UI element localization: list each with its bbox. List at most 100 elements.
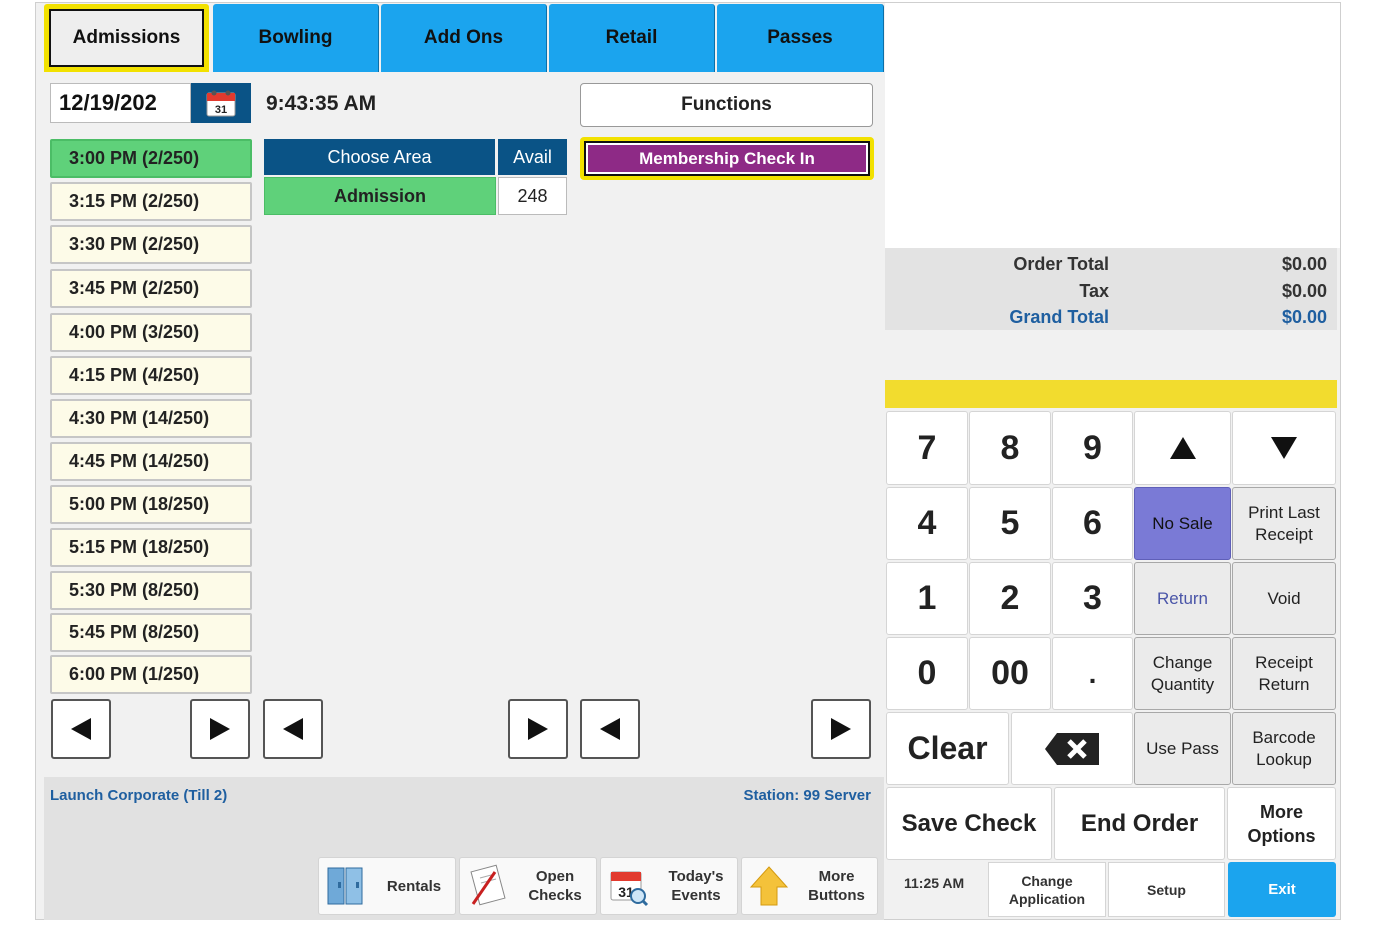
rentals-button[interactable]: Rentals: [318, 857, 456, 915]
key-3[interactable]: 3: [1052, 562, 1133, 635]
time-slot[interactable]: 3:00 PM (2/250): [50, 139, 252, 178]
time-slot-label: 5:00 PM (18/250): [69, 494, 210, 514]
exit-button[interactable]: Exit: [1228, 862, 1336, 917]
key-label: 4: [917, 504, 937, 542]
no-sale-label: No Sale: [1152, 513, 1213, 533]
key-00[interactable]: 00: [969, 637, 1051, 710]
time-slot[interactable]: 4:15 PM (4/250): [50, 356, 252, 395]
todays-events-line1: Today's: [668, 868, 724, 885]
time-slot[interactable]: 5:45 PM (8/250): [50, 613, 252, 652]
membership-check-in-button[interactable]: Membership Check In: [588, 145, 866, 172]
functions-button[interactable]: Functions: [580, 83, 873, 127]
time-slot[interactable]: 3:30 PM (2/250): [50, 225, 252, 264]
barcode-line2: Lookup: [1256, 749, 1312, 769]
key-0[interactable]: 0: [886, 637, 968, 710]
order-total-row: Order Total $0.00: [887, 254, 1327, 280]
functions-prev-button[interactable]: [580, 699, 640, 759]
open-checks-line1: Open: [535, 868, 575, 885]
areas-prev-button[interactable]: [263, 699, 323, 759]
time-slot[interactable]: 4:00 PM (3/250): [50, 313, 252, 352]
void-button[interactable]: Void: [1232, 562, 1336, 635]
triangle-up-icon: [1169, 437, 1196, 459]
use-pass-label: Use Pass: [1146, 738, 1219, 758]
footer-time-value: 11:25 AM: [904, 875, 965, 891]
calendar-button[interactable]: 31: [191, 83, 251, 123]
time-slot-label: 4:45 PM (14/250): [69, 451, 210, 471]
time-slot[interactable]: 6:00 PM (1/250): [50, 655, 252, 694]
time-slot[interactable]: 5:15 PM (18/250): [50, 528, 252, 567]
open-checks-button[interactable]: Open Checks: [459, 857, 597, 915]
barcode-lookup-button[interactable]: Barcode Lookup: [1232, 712, 1336, 785]
more-buttons-label: More Buttons: [796, 867, 877, 905]
totals-panel: Order Total $0.00 Tax $0.00 Grand Total …: [885, 248, 1337, 330]
tax-value: $0.00: [1281, 281, 1327, 301]
slots-prev-button[interactable]: [51, 699, 111, 759]
more-options-line1: More: [1259, 801, 1303, 822]
input-bar: [885, 380, 1337, 408]
key-1[interactable]: 1: [886, 562, 968, 635]
time-slot[interactable]: 5:30 PM (8/250): [50, 571, 252, 610]
change-qty-line1: Change: [1152, 652, 1213, 672]
key-8[interactable]: 8: [969, 411, 1051, 485]
tab-bowling[interactable]: Bowling: [213, 4, 379, 72]
clear-button[interactable]: Clear: [886, 712, 1009, 785]
more-buttons-button[interactable]: More Buttons: [741, 857, 878, 915]
time-slot[interactable]: 3:15 PM (2/250): [50, 182, 252, 221]
time-slot[interactable]: 5:00 PM (18/250): [50, 485, 252, 524]
key-decimal[interactable]: .: [1052, 637, 1133, 710]
area-avail-cell: 248: [498, 177, 567, 215]
setup-button[interactable]: Setup: [1108, 862, 1225, 917]
area-avail-value: 248: [517, 185, 548, 206]
tab-label: Passes: [767, 27, 833, 48]
key-5[interactable]: 5: [969, 487, 1051, 560]
time-slot-label: 5:15 PM (18/250): [69, 537, 210, 557]
area-admission[interactable]: Admission: [264, 177, 496, 215]
arrow-right-icon: [831, 718, 851, 740]
date-field[interactable]: 12/19/202: [50, 83, 191, 123]
time-slot[interactable]: 4:30 PM (14/250): [50, 399, 252, 438]
key-9[interactable]: 9: [1052, 411, 1133, 485]
choose-area-header: Choose Area: [264, 139, 495, 175]
tab-add-ons[interactable]: Add Ons: [381, 4, 547, 72]
end-order-button[interactable]: End Order: [1054, 787, 1225, 860]
clear-label: Clear: [907, 730, 988, 766]
key-7[interactable]: 7: [886, 411, 968, 485]
barcode-lookup-label: Barcode Lookup: [1252, 727, 1315, 771]
change-app-line2: Application: [1008, 890, 1086, 907]
tab-passes[interactable]: Passes: [717, 4, 884, 72]
functions-next-button[interactable]: [811, 699, 871, 759]
tab-retail[interactable]: Retail: [549, 4, 715, 72]
tab-label: Bowling: [258, 27, 333, 48]
print-last-receipt-button[interactable]: Print Last Receipt: [1232, 487, 1336, 560]
key-4[interactable]: 4: [886, 487, 968, 560]
areas-next-button[interactable]: [508, 699, 568, 759]
slots-next-button[interactable]: [190, 699, 250, 759]
open-checks-label: Open Checks: [514, 867, 596, 905]
change-app-line1: Change: [1021, 872, 1073, 889]
use-pass-button[interactable]: Use Pass: [1134, 712, 1231, 785]
open-checks-line2: Checks: [528, 887, 582, 904]
backspace-button[interactable]: [1011, 712, 1133, 785]
key-label: 1: [917, 579, 937, 617]
scroll-down-button[interactable]: [1232, 411, 1336, 485]
change-application-button[interactable]: Change Application: [988, 862, 1106, 917]
key-6[interactable]: 6: [1052, 487, 1133, 560]
more-options-button[interactable]: More Options: [1227, 787, 1336, 860]
exit-label: Exit: [1268, 880, 1296, 898]
return-button[interactable]: Return: [1134, 562, 1231, 635]
void-label: Void: [1267, 588, 1301, 608]
no-sale-button[interactable]: No Sale: [1134, 487, 1231, 560]
order-total-value: $0.00: [1281, 254, 1327, 274]
key-2[interactable]: 2: [969, 562, 1051, 635]
todays-events-button[interactable]: 31 Today's Events: [600, 857, 738, 915]
receipt-return-line2: Return: [1258, 674, 1310, 694]
time-slot[interactable]: 4:45 PM (14/250): [50, 442, 252, 481]
receipt-return-button[interactable]: Receipt Return: [1232, 637, 1336, 710]
change-quantity-button[interactable]: Change Quantity: [1134, 637, 1231, 710]
time-slot[interactable]: 3:45 PM (2/250): [50, 269, 252, 308]
avail-label: Avail: [513, 146, 552, 167]
tab-admissions[interactable]: Admissions: [44, 4, 209, 72]
save-check-button[interactable]: Save Check: [886, 787, 1052, 860]
scroll-up-button[interactable]: [1134, 411, 1231, 485]
receipt-display: [885, 3, 1340, 248]
